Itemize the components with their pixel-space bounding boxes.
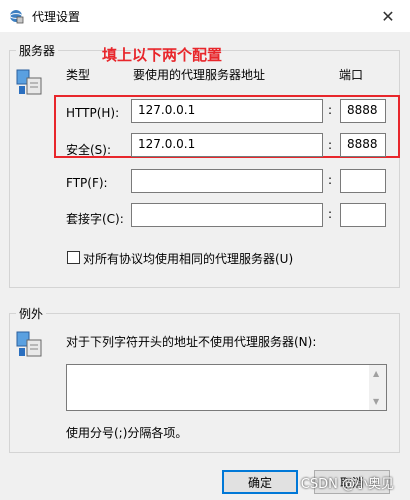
http-port-field[interactable]: 8888 — [340, 99, 386, 123]
title-bar: 代理设置 ✕ — [0, 0, 410, 32]
column-type-header: 类型 — [66, 68, 91, 82]
exceptions-group-label: 例外 — [16, 305, 47, 322]
socks-address-field[interactable] — [131, 203, 323, 227]
exceptions-scrollbar[interactable]: ▲ ▼ — [369, 365, 386, 410]
secure-colon: : — [328, 138, 333, 152]
ftp-port-field[interactable] — [340, 169, 386, 193]
exceptions-hint: 使用分号(;)分隔各项。 — [66, 426, 188, 440]
http-address-field[interactable]: 127.0.0.1 — [131, 99, 323, 123]
column-address-header: 要使用的代理服务器地址 — [133, 68, 266, 82]
socks-colon: : — [328, 207, 333, 221]
http-colon: : — [328, 103, 333, 117]
ok-button[interactable]: 确定 — [222, 470, 298, 494]
app-settings-icon — [9, 10, 24, 24]
http-label: HTTP(H): — [66, 106, 120, 120]
proxy-server-icon — [16, 69, 42, 95]
secure-address-field[interactable]: 127.0.0.1 — [131, 133, 323, 157]
servers-group-label: 服务器 — [16, 42, 59, 59]
watermark: CSDN @小奥见 — [300, 477, 394, 492]
exceptions-server-icon — [16, 331, 42, 357]
ftp-label: FTP(F): — [66, 176, 108, 190]
socks-label: 套接字(C): — [66, 212, 124, 226]
close-button[interactable]: ✕ — [366, 0, 410, 32]
column-port-header: 端口 — [339, 68, 364, 82]
secure-port-field[interactable]: 8888 — [340, 133, 386, 157]
exceptions-description: 对于下列字符开头的地址不使用代理服务器(N): — [66, 335, 317, 349]
socks-port-field[interactable] — [340, 203, 386, 227]
secure-label: 安全(S): — [66, 143, 112, 157]
window-title: 代理设置 — [32, 10, 81, 24]
ftp-colon: : — [328, 173, 333, 187]
ok-button-label: 确定 — [247, 475, 272, 490]
same-proxy-checkbox[interactable] — [67, 251, 80, 264]
close-icon: ✕ — [381, 6, 395, 26]
exceptions-textarea[interactable]: ▲ ▼ — [66, 364, 387, 411]
scroll-up-icon[interactable]: ▲ — [373, 369, 379, 378]
same-proxy-label[interactable]: 对所有协议均使用相同的代理服务器(U) — [83, 250, 293, 267]
annotation-text: 填上以下两个配置 — [102, 46, 223, 64]
scroll-down-icon[interactable]: ▼ — [373, 397, 379, 406]
ftp-address-field[interactable] — [131, 169, 323, 193]
